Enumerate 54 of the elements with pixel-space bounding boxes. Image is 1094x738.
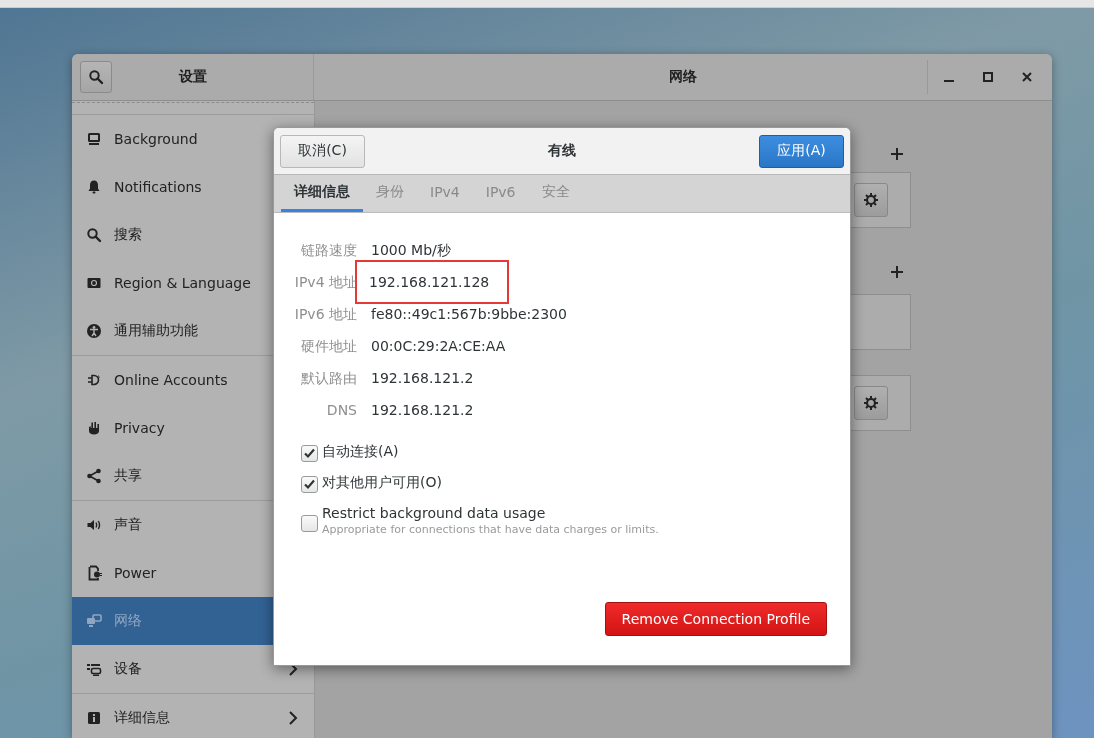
minimize-icon <box>944 80 954 82</box>
flag-icon <box>86 275 102 291</box>
close-icon <box>1022 72 1032 82</box>
sidebar-item[interactable]: Privacy <box>72 404 314 452</box>
maximize-icon <box>983 72 993 82</box>
detail-value: 192.168.121.2 <box>370 369 475 388</box>
cancel-button[interactable]: 取消(C) <box>280 134 365 168</box>
info-icon <box>86 710 102 726</box>
share-icon <box>86 468 102 484</box>
sidebar-item[interactable]: 共享 <box>72 452 314 500</box>
detail-value: 1000 Mb/秒 <box>370 241 452 260</box>
gear-icon <box>863 395 879 411</box>
sidebar-item[interactable]: 详细信息 <box>72 694 314 738</box>
detail-value: 192.168.121.2 <box>370 401 475 420</box>
option-label: Restrict background data usage <box>322 505 547 521</box>
search-button[interactable] <box>80 61 112 93</box>
checkbox[interactable] <box>301 515 318 532</box>
sidebar-item[interactable]: Power <box>72 549 314 597</box>
remove-profile-button[interactable]: Remove Connection Profile <box>604 602 827 636</box>
tab[interactable]: 详细信息 <box>281 175 363 212</box>
dialog-title: 有线 <box>547 142 577 160</box>
settings-button[interactable] <box>854 183 888 217</box>
detail-label: IPv4 地址 <box>293 273 357 292</box>
search-icon <box>86 227 102 243</box>
panel-title: 网络 <box>668 68 698 86</box>
apply-button[interactable]: 应用(A) <box>759 134 844 168</box>
detail-label: 硬件地址 <box>300 337 357 356</box>
network-icon <box>86 613 102 629</box>
bell-icon <box>86 179 102 195</box>
search-icon <box>88 69 104 85</box>
accessibility-icon <box>86 323 102 339</box>
detail-value: 192.168.121.128 <box>357 262 508 302</box>
option-label: 对其他用户可用(O) <box>322 474 442 492</box>
speaker-icon <box>86 517 102 533</box>
plug-icon <box>86 372 102 388</box>
devices-icon <box>86 661 102 677</box>
power-plug-icon <box>86 565 102 581</box>
detail-value: 00:0C:29:2A:CE:AA <box>370 337 507 356</box>
detail-value: fe80::49c1:567b:9bbe:2300 <box>370 305 568 324</box>
settings-button[interactable] <box>854 386 888 420</box>
option-label: 自动连接(A) <box>322 443 399 461</box>
option-description: Appropriate for connections that have data charges or limits. <box>322 523 659 536</box>
sidebar-item[interactable]: 声音 <box>72 501 314 549</box>
gear-icon <box>863 192 879 208</box>
monitor-icon <box>86 131 102 147</box>
window-title: 设置 <box>177 68 208 86</box>
checkbox[interactable] <box>301 445 318 462</box>
detail-label: IPv6 地址 <box>293 305 357 324</box>
detail-label: 链路速度 <box>300 241 357 260</box>
detail-label: DNS <box>325 401 357 420</box>
hand-icon <box>86 420 102 436</box>
detail-label: 默认路由 <box>300 369 357 388</box>
checkbox[interactable] <box>301 476 318 493</box>
chevron-icon <box>288 711 298 725</box>
